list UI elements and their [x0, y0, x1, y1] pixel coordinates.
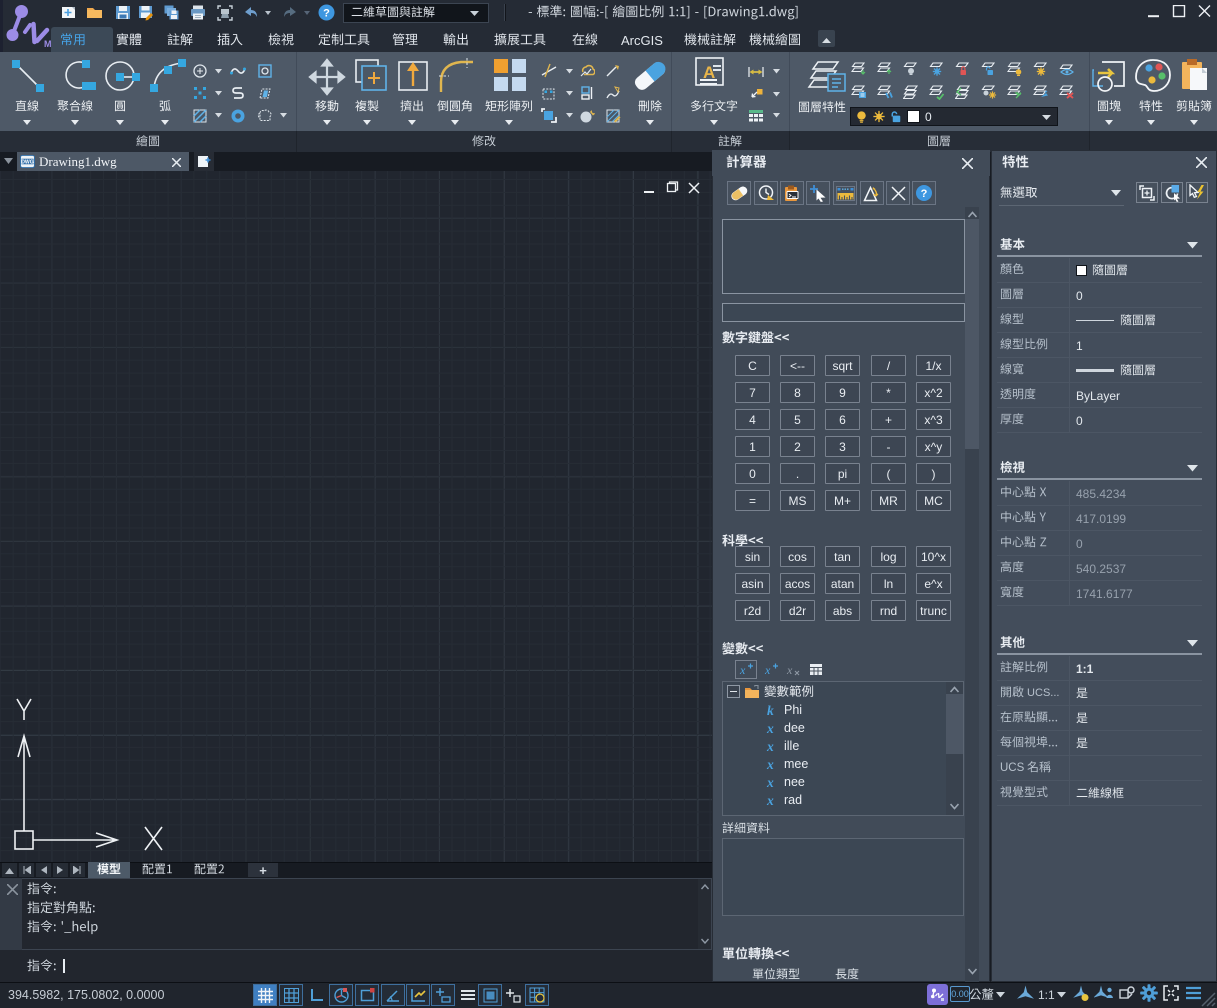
svg-text:DWG: DWG: [21, 160, 33, 166]
svg-text:?: ?: [323, 8, 330, 20]
svg-text:x: x: [739, 663, 746, 676]
svg-text:x: x: [764, 663, 771, 676]
svg-text:?: ?: [921, 188, 928, 200]
svg-text:x: x: [786, 663, 793, 676]
